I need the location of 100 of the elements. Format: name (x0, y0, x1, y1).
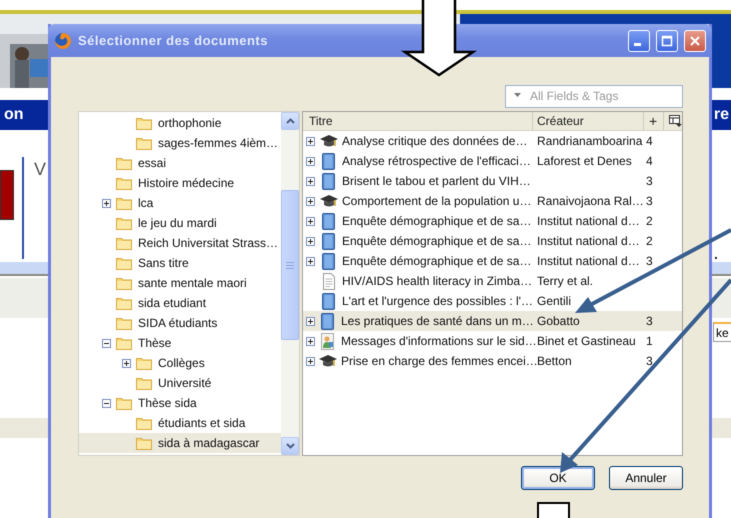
maximize-button[interactable] (656, 30, 678, 52)
title-text: Analyse critique des données de… (342, 133, 528, 150)
folder-icon (116, 276, 132, 290)
creator-text: Gentili (537, 294, 572, 308)
input-field[interactable]: ke (713, 322, 731, 342)
column-header[interactable]: Créateur (533, 112, 644, 130)
title-text: Comportement de la population u… (342, 193, 532, 210)
expand-icon[interactable] (306, 196, 315, 206)
tree-item[interactable]: Histoire médecine (79, 173, 281, 193)
list-row[interactable]: Enquête démographique et de sa… Institut national d… 3 (303, 251, 682, 271)
tree-item[interactable]: essai (79, 153, 281, 173)
count-text: 2 (646, 234, 653, 248)
tree-item[interactable]: Sans titre (79, 253, 281, 273)
folder-icon (116, 316, 132, 330)
scroll-down-button[interactable] (281, 437, 299, 455)
list-row[interactable]: L'art et l'urgence des possibles : l'… Gentili (303, 291, 682, 311)
title-text: Messages d'informations sur le sid… (341, 333, 537, 350)
folder-icon (136, 136, 152, 150)
expand-icon[interactable] (306, 176, 315, 186)
expand-icon[interactable] (306, 356, 315, 366)
creator-text: Terry et al. (537, 274, 594, 288)
folder-icon (116, 156, 132, 170)
tree-item[interactable]: Collèges (79, 353, 281, 373)
tree-item[interactable]: Reich Universitat Strass… (79, 233, 281, 253)
close-button[interactable] (684, 30, 706, 52)
expand-icon[interactable] (306, 156, 315, 166)
creator-text: Institut national d… (537, 254, 640, 268)
count-text: 3 (646, 354, 653, 368)
column-picker-icon[interactable] (669, 115, 682, 127)
tree-item[interactable]: Université (79, 373, 281, 393)
count-text: 3 (646, 174, 653, 188)
column-header[interactable]: + (644, 112, 664, 130)
expand-icon[interactable] (122, 358, 131, 368)
collapse-icon[interactable] (102, 398, 111, 408)
list-row[interactable]: Messages d'informations sur le sid…Binet et Gastineau 1 (303, 331, 682, 351)
tree-item[interactable]: sida à madagascar (79, 433, 281, 453)
scroll-up-button[interactable] (281, 112, 299, 130)
tree-item[interactable]: Thèse sida (79, 393, 281, 413)
title-text: Prise en charge des femmes encei… (341, 353, 538, 370)
tree-item[interactable]: sida etudiant (79, 293, 281, 313)
creator-text: Gobatto (537, 314, 580, 328)
tree-item[interactable]: le jeu du mardi (79, 213, 281, 233)
list-row[interactable]: HIV/AIDS health literacy in Zimba… Terry et al. (303, 271, 682, 291)
mortarboard-icon (319, 352, 337, 370)
title-text: Enquête démographique et de sa… (342, 213, 532, 230)
nav-link[interactable]: on (4, 103, 24, 127)
scrollbar[interactable] (281, 112, 299, 455)
chevron-down-icon (286, 443, 294, 449)
search-field[interactable]: All Fields & Tags (505, 84, 683, 108)
title-text: Enquête démographique et de sa… (342, 233, 532, 250)
tree-item[interactable]: Thèse (79, 333, 281, 353)
expand-icon[interactable] (306, 236, 315, 246)
tree-item[interactable]: sages-femmes 4ièm… (79, 133, 281, 153)
count-text: 4 (646, 134, 653, 148)
expand-icon[interactable] (306, 216, 315, 226)
expand-icon[interactable] (306, 316, 315, 326)
dropdown-icon[interactable] (514, 93, 521, 97)
list-row[interactable]: Enquête démographique et de sa… Institut national d… 2 (303, 211, 682, 231)
maximize-icon (661, 34, 673, 46)
count-text: 1 (646, 334, 653, 348)
nav-link[interactable]: re (714, 103, 729, 127)
column-header[interactable]: Titre (303, 112, 533, 130)
book-icon (320, 292, 338, 310)
folder-icon (116, 296, 132, 310)
creator-text: Ranaivojaona Ral… (537, 194, 644, 208)
list-row[interactable]: Les pratiques de santé dans un m… Gobatto 3 (303, 311, 682, 331)
folder-icon (116, 256, 132, 270)
period-text: . (714, 245, 718, 264)
creator-text: Betton (537, 354, 572, 368)
folder-icon (136, 376, 152, 390)
tree-item[interactable]: sante mentale maori (79, 273, 281, 293)
expand-icon[interactable] (306, 336, 315, 346)
list-row[interactable]: Brisent le tabou et parlent du VIH… 3 (303, 171, 682, 191)
count-text: 3 (646, 314, 653, 328)
mortarboard-icon (320, 192, 338, 210)
list-row[interactable]: Analyse rétrospective de l'efficaci… Laforest et Denes 4 (303, 151, 682, 171)
list-row[interactable]: Comportement de la population u… Ranaivojaona Ral… 3 (303, 191, 682, 211)
collapse-icon[interactable] (102, 338, 111, 348)
heading-text: V (34, 158, 46, 181)
expand-icon[interactable] (102, 198, 111, 208)
tree-item[interactable]: orthophonie (79, 113, 281, 133)
tree-item[interactable]: SIDA étudiants (79, 313, 281, 333)
minimize-button[interactable] (628, 30, 650, 52)
title-text: Brisent le tabou et parlent du VIH… (342, 173, 531, 190)
folder-icon (116, 336, 132, 350)
expand-icon[interactable] (306, 136, 315, 146)
folder-icon (116, 196, 132, 210)
dialog-button[interactable]: Annuler (609, 466, 683, 490)
tree-item[interactable]: étudiants et sida (79, 413, 281, 433)
list-row[interactable]: Enquête démographique et de sa… Institut national d… 2 (303, 231, 682, 251)
count-text: 3 (646, 194, 653, 208)
dialog-button[interactable]: OK (521, 466, 595, 490)
list-row[interactable]: Prise en charge des femmes encei…Betton 3 (303, 351, 682, 371)
expand-icon[interactable] (306, 256, 315, 266)
minimize-icon (634, 43, 640, 46)
list-row[interactable]: Analyse critique des données de… Randrianamboarina 4 (303, 131, 682, 151)
scroll-thumb[interactable] (281, 190, 299, 340)
close-icon (689, 34, 701, 46)
tree-item[interactable]: lca (79, 193, 281, 213)
title-text: Analyse rétrospective de l'efficaci… (342, 153, 531, 170)
